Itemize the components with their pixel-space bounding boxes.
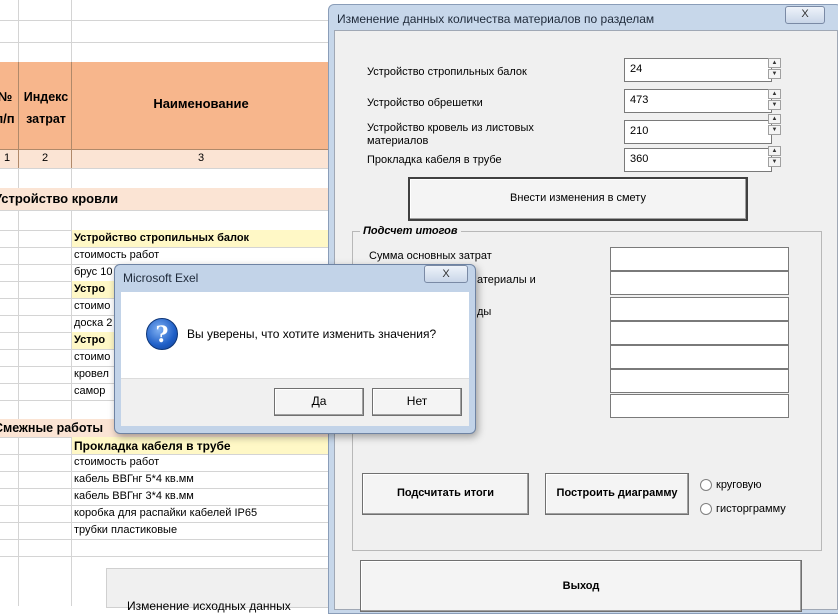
sheet-edit-data-button[interactable]: Изменение исходных данных [106,568,336,613]
field-label-cable: Прокладка кабеля в трубе [367,154,502,166]
table-row: самор [74,385,106,397]
header-num-3: 3 [197,152,205,164]
form-title: Изменение данных количества материалов п… [337,12,655,26]
table-row: Устро [74,334,106,346]
header-num-2: 2 [41,152,49,164]
section-related-works: Смежные работы [0,421,104,435]
spin-up-icon: ▲ [768,146,781,156]
table-row: стоимо [74,300,111,312]
table-row: кабель ВВГнг 5*4 кв.мм [74,473,194,485]
field-input-cable[interactable]: 360 [624,148,772,172]
spin-down-icon: ▼ [768,69,781,79]
field-label-sheet-roofing: Устройство кровель из листовых материало… [367,122,534,147]
table-row: стоимо [74,351,111,363]
spin-down-icon: ▼ [768,125,781,135]
calc-totals-button[interactable]: Подсчитать итоги [362,473,529,515]
totals-group-title: Подсчет итогов [360,225,461,237]
field-input-rafters[interactable]: 24 [624,58,772,82]
total-output-5[interactable] [610,345,789,369]
dialog-message: Вы уверены, что хотите изменить значения… [187,327,437,341]
section-roofing: Устройство кровли [0,191,119,206]
dialog-close-button[interactable]: X [424,265,468,283]
table-row: кабель ВВГнг 3*4 кв.мм [74,490,194,502]
yes-button[interactable]: Да [274,388,364,416]
total-output-2[interactable] [610,271,789,295]
row-cable: Прокладка кабеля в трубе [74,439,231,453]
total-output-7[interactable] [610,394,789,418]
total-label-materials: атериалы и [477,274,536,286]
question-icon: ? [146,318,178,350]
table-row: доска 2 [74,317,113,329]
header-number: № п/п [0,89,15,126]
apply-changes-button[interactable]: Внести изменения в смету [408,177,748,221]
table-row: стоимость работ [74,249,160,261]
table-row: коробка для распайки кабелей IP65 [74,507,258,519]
radio-histogram-label: гисторграмму [716,503,786,515]
total-output-4[interactable] [610,321,789,345]
header-index: Индекс затрат [23,90,69,126]
radio-pie-label: круговую [716,479,762,491]
spin-up-icon: ▲ [768,114,781,124]
total-output-3[interactable] [610,297,789,321]
spin-rafters[interactable]: ▲ ▼ [768,58,782,81]
build-chart-button[interactable]: Построить диаграмму [545,473,689,515]
table-row: трубки пластиковые [74,524,178,536]
exit-button[interactable]: Выход [360,560,802,612]
field-label-rafters: Устройство стропильных балок [367,66,527,78]
table-row: Устро [74,283,106,295]
spin-cable[interactable]: ▲ ▼ [768,146,782,169]
total-label-main: Сумма основных затрат [369,250,492,262]
header-num-1: 1 [3,152,11,164]
form-close-button[interactable]: X [785,6,825,24]
spin-sheet-roofing[interactable]: ▲ ▼ [768,114,782,137]
field-input-battens[interactable]: 473 [624,89,772,113]
radio-pie[interactable] [700,479,712,491]
dialog-title: Microsoft Exel [123,271,199,285]
table-row: стоимость работ [74,456,160,468]
spin-battens[interactable]: ▲ ▼ [768,89,782,112]
total-output-1[interactable] [610,247,789,271]
header-name: Наименование [153,96,249,111]
radio-histogram[interactable] [700,503,712,515]
total-output-6[interactable] [610,369,789,393]
row-rafters: Устройство стропильных балок [74,232,250,244]
table-row: брус 10 [74,266,113,278]
no-button[interactable]: Нет [372,388,462,416]
field-label-battens: Устройство обрешетки [367,97,483,109]
table-row: кровел [74,368,109,380]
spin-down-icon: ▼ [768,157,781,167]
field-input-sheet-roofing[interactable]: 210 [624,120,772,144]
total-label-other: ды [477,306,492,318]
spin-up-icon: ▲ [768,89,781,99]
spin-up-icon: ▲ [768,58,781,68]
spin-down-icon: ▼ [768,100,781,110]
